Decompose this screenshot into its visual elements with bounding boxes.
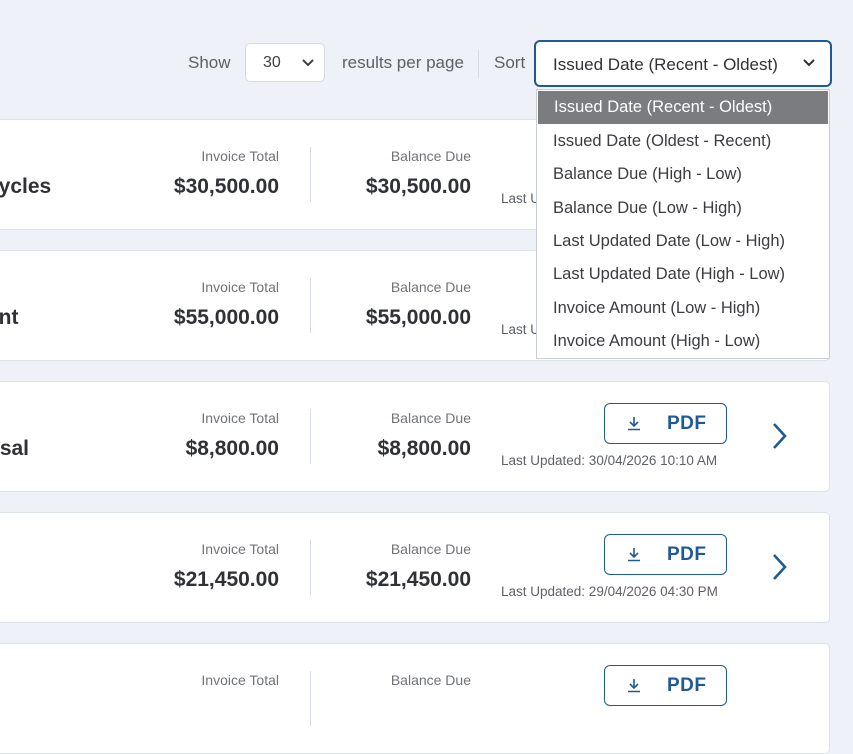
sort-option[interactable]: Last Updated Date (High - Low) bbox=[537, 258, 829, 291]
sort-label: Sort bbox=[494, 53, 526, 72]
download-icon bbox=[628, 417, 640, 431]
invoice-total-value: $8,800.00 bbox=[185, 437, 279, 460]
sort-select[interactable]: Issued Date (Recent - Oldest) bbox=[534, 40, 832, 87]
balance-due-label: Balance Due bbox=[390, 541, 471, 557]
per-page-select[interactable]: 30 bbox=[245, 43, 325, 82]
invoice-total-label: Invoice Total bbox=[201, 410, 279, 426]
invoice-total-value: $21,450.00 bbox=[173, 568, 279, 591]
chevron-down-icon bbox=[803, 59, 815, 67]
sort-dropdown: Issued Date (Recent - Oldest) Issued Dat… bbox=[536, 89, 830, 359]
sort-option[interactable]: Invoice Amount (High - Low) bbox=[537, 325, 829, 358]
sort-value: Issued Date (Recent - Oldest) bbox=[553, 55, 778, 74]
invoice-card[interactable]: Invoice Total $21,450.00 Balance Due $21… bbox=[0, 512, 830, 623]
invoice-total-value: $30,500.00 bbox=[173, 175, 279, 198]
balance-due-value: $21,450.00 bbox=[365, 568, 471, 591]
balance-due-value: $30,500.00 bbox=[365, 175, 471, 198]
sort-option[interactable]: Issued Date (Recent - Oldest) bbox=[538, 91, 828, 124]
chevron-right-icon[interactable] bbox=[771, 553, 787, 581]
download-icon bbox=[628, 679, 640, 693]
per-page-value: 30 bbox=[263, 54, 281, 71]
chevron-right-icon[interactable] bbox=[771, 422, 787, 450]
results-per-page-label: results per page bbox=[342, 53, 464, 72]
last-updated-text: Last Updated: 29/04/2026 04:30 PM bbox=[501, 584, 718, 599]
toolbar-divider bbox=[478, 50, 479, 78]
pdf-download-button[interactable]: PDF bbox=[604, 403, 727, 444]
last-updated-text: Last U bbox=[501, 191, 541, 206]
last-updated-text: Last Updated: 30/04/2026 10:10 AM bbox=[501, 453, 718, 468]
sort-option[interactable]: Balance Due (Low - High) bbox=[537, 192, 829, 225]
card-divider bbox=[310, 671, 311, 726]
invoice-card[interactable]: osal Invoice Total $8,800.00 Balance Due… bbox=[0, 381, 830, 492]
balance-due-label: Balance Due bbox=[390, 672, 471, 688]
balance-due-label: Balance Due bbox=[390, 410, 471, 426]
sort-option[interactable]: Invoice Amount (Low - High) bbox=[537, 292, 829, 325]
invoice-total-label: Invoice Total bbox=[201, 541, 279, 557]
balance-due-value: $8,800.00 bbox=[377, 437, 471, 460]
invoice-name: cycles bbox=[0, 175, 52, 198]
invoice-total-label: Invoice Total bbox=[201, 279, 279, 295]
invoice-total-value: $55,000.00 bbox=[173, 306, 279, 329]
balance-due-value: $55,000.00 bbox=[365, 306, 471, 329]
download-icon bbox=[628, 548, 640, 562]
show-label: Show bbox=[188, 53, 231, 72]
invoice-total-label: Invoice Total bbox=[201, 148, 279, 164]
pdf-download-button[interactable]: PDF bbox=[604, 665, 727, 706]
sort-option[interactable]: Issued Date (Oldest - Recent) bbox=[537, 125, 829, 158]
balance-due-label: Balance Due bbox=[390, 279, 471, 295]
balance-due-label: Balance Due bbox=[390, 148, 471, 164]
sort-option[interactable]: Balance Due (High - Low) bbox=[537, 158, 829, 191]
invoice-total-label: Invoice Total bbox=[201, 672, 279, 688]
invoice-card[interactable]: Invoice Total Balance Due PDF bbox=[0, 643, 830, 754]
pdf-label: PDF bbox=[667, 544, 707, 565]
pdf-download-button[interactable]: PDF bbox=[604, 534, 727, 575]
invoice-name: ent bbox=[0, 306, 19, 329]
last-updated-text: Last U bbox=[501, 322, 541, 337]
sort-option[interactable]: Last Updated Date (Low - High) bbox=[537, 225, 829, 258]
pdf-label: PDF bbox=[667, 413, 707, 434]
pdf-label: PDF bbox=[667, 675, 707, 696]
chevron-down-icon bbox=[302, 59, 314, 67]
invoice-name: osal bbox=[0, 437, 30, 460]
